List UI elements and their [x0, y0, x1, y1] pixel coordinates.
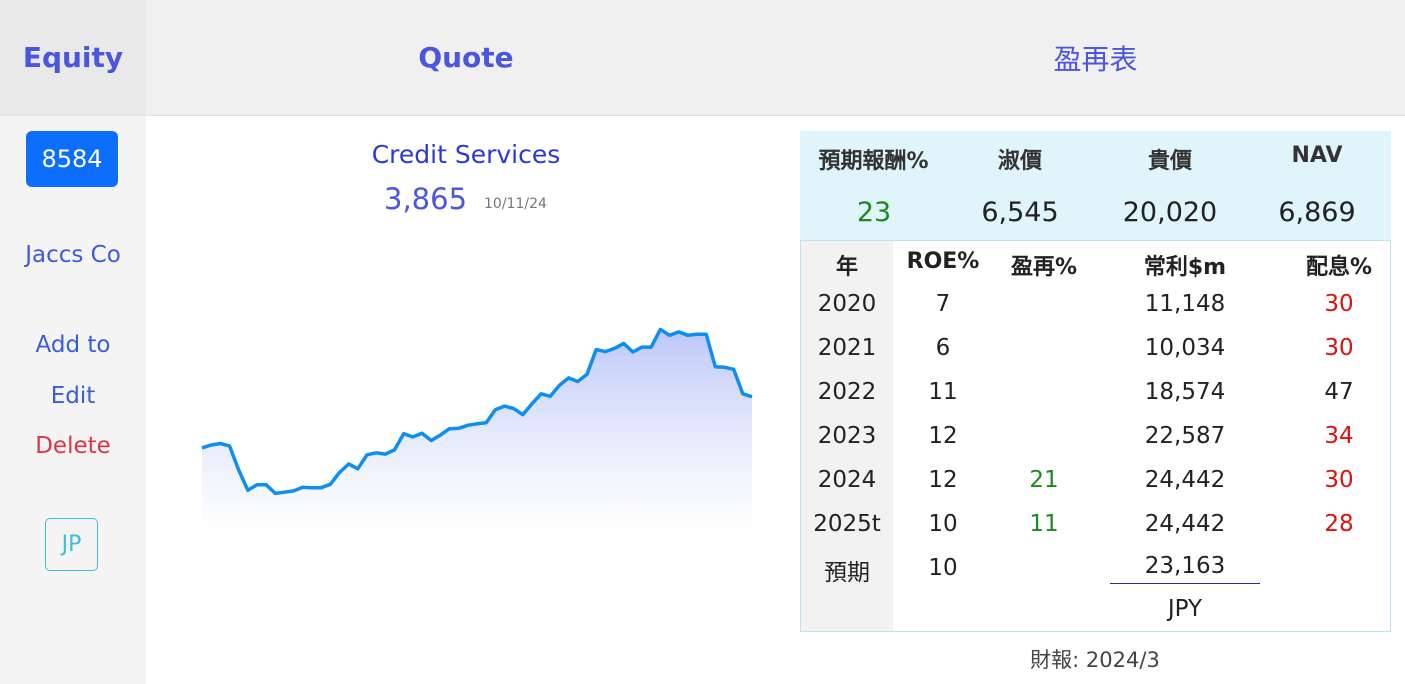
- company-link[interactable]: Jaccs Co: [0, 242, 146, 268]
- delete-link[interactable]: Delete: [0, 433, 146, 459]
- add-to-link[interactable]: Add to: [0, 332, 146, 358]
- equity-header: Equity: [0, 0, 146, 115]
- row-year: 2023: [817, 423, 877, 449]
- row-roe: 10: [928, 511, 958, 537]
- row-reinvest: 21: [1029, 467, 1059, 493]
- row-roe: 11: [928, 379, 958, 405]
- valuation-summary: 預期報酬% 淑價 貴價 NAV 23 6,545 20,020 6,869: [800, 131, 1391, 240]
- price-date: 10/11/24: [484, 196, 547, 212]
- nav-value: 6,869: [1278, 197, 1356, 228]
- row-profit: 10,034: [1144, 335, 1226, 361]
- quote-header: Quote: [418, 41, 514, 74]
- price-area: [202, 329, 752, 532]
- expected-return-value: 23: [856, 197, 892, 228]
- edit-link[interactable]: Edit: [0, 383, 146, 409]
- row-profit: 24,442: [1144, 467, 1226, 493]
- expensive-price-value: 20,020: [1122, 197, 1218, 228]
- header-year: 年: [835, 255, 858, 280]
- price-value: 3,865: [384, 182, 468, 216]
- row-payout: 30: [1324, 291, 1354, 317]
- row-profit: 23,163: [1144, 553, 1226, 579]
- currency-label: JPY: [1167, 596, 1203, 622]
- expected-return-label: 預期報酬%: [818, 149, 929, 174]
- row-profit: 11,148: [1144, 291, 1226, 317]
- row-payout: 30: [1324, 335, 1354, 361]
- table-header: 盈再表: [1053, 42, 1138, 76]
- sidebar: 8584 Jaccs Co Add to Edit Delete JP: [0, 116, 146, 684]
- row-roe: 7: [935, 291, 951, 317]
- row-payout: 34: [1324, 423, 1354, 449]
- row-year: 2024: [817, 467, 877, 493]
- row-year: 2025t: [813, 511, 881, 537]
- row-roe: 10: [928, 555, 958, 581]
- row-year: 2021: [817, 335, 877, 361]
- row-profit: 24,442: [1144, 511, 1226, 537]
- row-payout: 28: [1324, 511, 1354, 537]
- row-profit: 18,574: [1144, 379, 1226, 405]
- header-payout: 配息%: [1305, 255, 1373, 280]
- profit-underline: [1110, 583, 1260, 584]
- row-reinvest: 11: [1029, 511, 1059, 537]
- nav-label: NAV: [1291, 143, 1343, 168]
- row-year: 預期: [824, 560, 870, 586]
- ticker-button[interactable]: 8584: [26, 131, 118, 187]
- price-chart: [201, 327, 753, 532]
- row-profit: 22,587: [1144, 423, 1226, 449]
- header-profit: 常利$m: [1143, 255, 1227, 280]
- row-roe: 12: [928, 423, 958, 449]
- cheap-price-label: 淑價: [997, 149, 1042, 174]
- header-reinvest: 盈再%: [1010, 255, 1078, 280]
- row-roe: 6: [935, 335, 951, 361]
- financials-table: 年 ROE% 盈再% 常利$m 配息% 2020 7 11,148 30 202…: [800, 240, 1391, 632]
- cheap-price-value: 6,545: [981, 197, 1059, 228]
- row-roe: 12: [928, 467, 958, 493]
- header-roe: ROE%: [906, 249, 980, 274]
- report-date: 財報: 2024/3: [1030, 648, 1160, 672]
- header-row: Equity Quote 盈再表: [0, 0, 1405, 116]
- expensive-price-label: 貴價: [1147, 149, 1192, 174]
- row-year: 2020: [817, 291, 877, 317]
- sector-label: Credit Services: [371, 140, 561, 169]
- row-payout: 30: [1324, 467, 1354, 493]
- market-button[interactable]: JP: [45, 518, 98, 571]
- row-payout: 47: [1324, 379, 1354, 405]
- row-year: 2022: [817, 379, 877, 405]
